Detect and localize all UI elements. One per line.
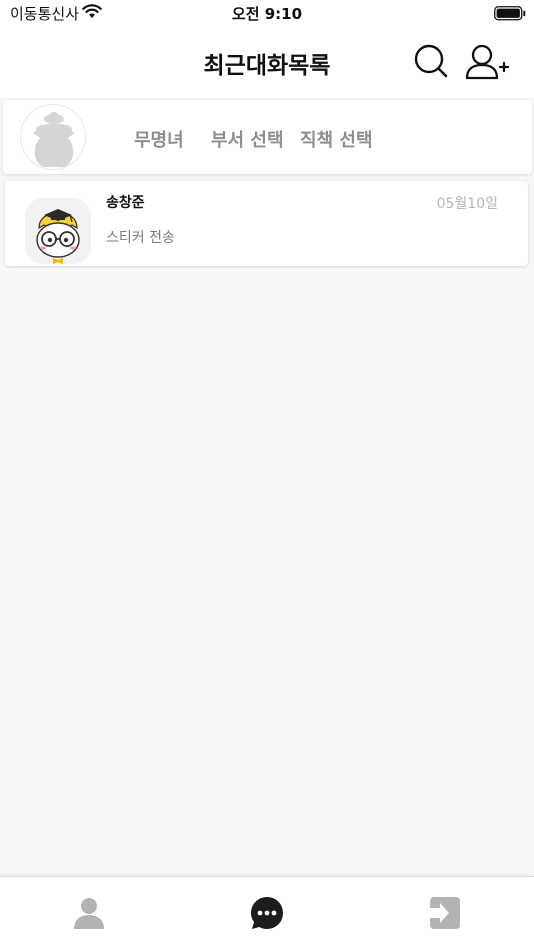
chat-avatar <box>25 198 91 264</box>
add-user-icon <box>465 44 510 80</box>
status-time: 오전 9:10 <box>231 5 303 23</box>
chat-bubble-icon <box>251 897 283 929</box>
my-profile-card[interactable]: 무명녀 부서 선택 직책 선택 <box>3 100 532 174</box>
chat-last-message: 스티커 전송 <box>106 230 175 246</box>
tab-logout[interactable] <box>427 895 463 931</box>
search-button[interactable] <box>412 42 450 82</box>
page-title: 최근대화목록 <box>203 53 331 79</box>
battery-icon <box>494 6 526 25</box>
profile-avatar[interactable] <box>20 104 86 170</box>
tab-profile[interactable] <box>71 895 107 931</box>
person-icon <box>74 898 104 929</box>
add-user-button[interactable] <box>464 42 510 82</box>
cartoon-avatar-icon <box>25 198 91 264</box>
bottom-tab-bar <box>0 876 534 950</box>
chat-sender-name: 송창준 <box>106 195 145 211</box>
department-select[interactable]: 부서 선택 <box>211 126 284 152</box>
chat-date: 05월10일 <box>436 196 498 212</box>
tab-chats[interactable] <box>249 895 285 931</box>
search-icon <box>414 44 448 78</box>
position-select[interactable]: 직책 선택 <box>300 126 373 152</box>
header-bar: 최근대화목록 <box>0 28 534 98</box>
placeholder-avatar-icon <box>33 112 75 167</box>
chat-list-item[interactable]: 송창준 05월10일 스티커 전송 <box>5 181 528 266</box>
profile-name[interactable]: 무명녀 <box>134 126 184 152</box>
logout-icon <box>427 897 460 929</box>
status-bar: 이동통신사 오전 9:10 <box>0 0 534 28</box>
